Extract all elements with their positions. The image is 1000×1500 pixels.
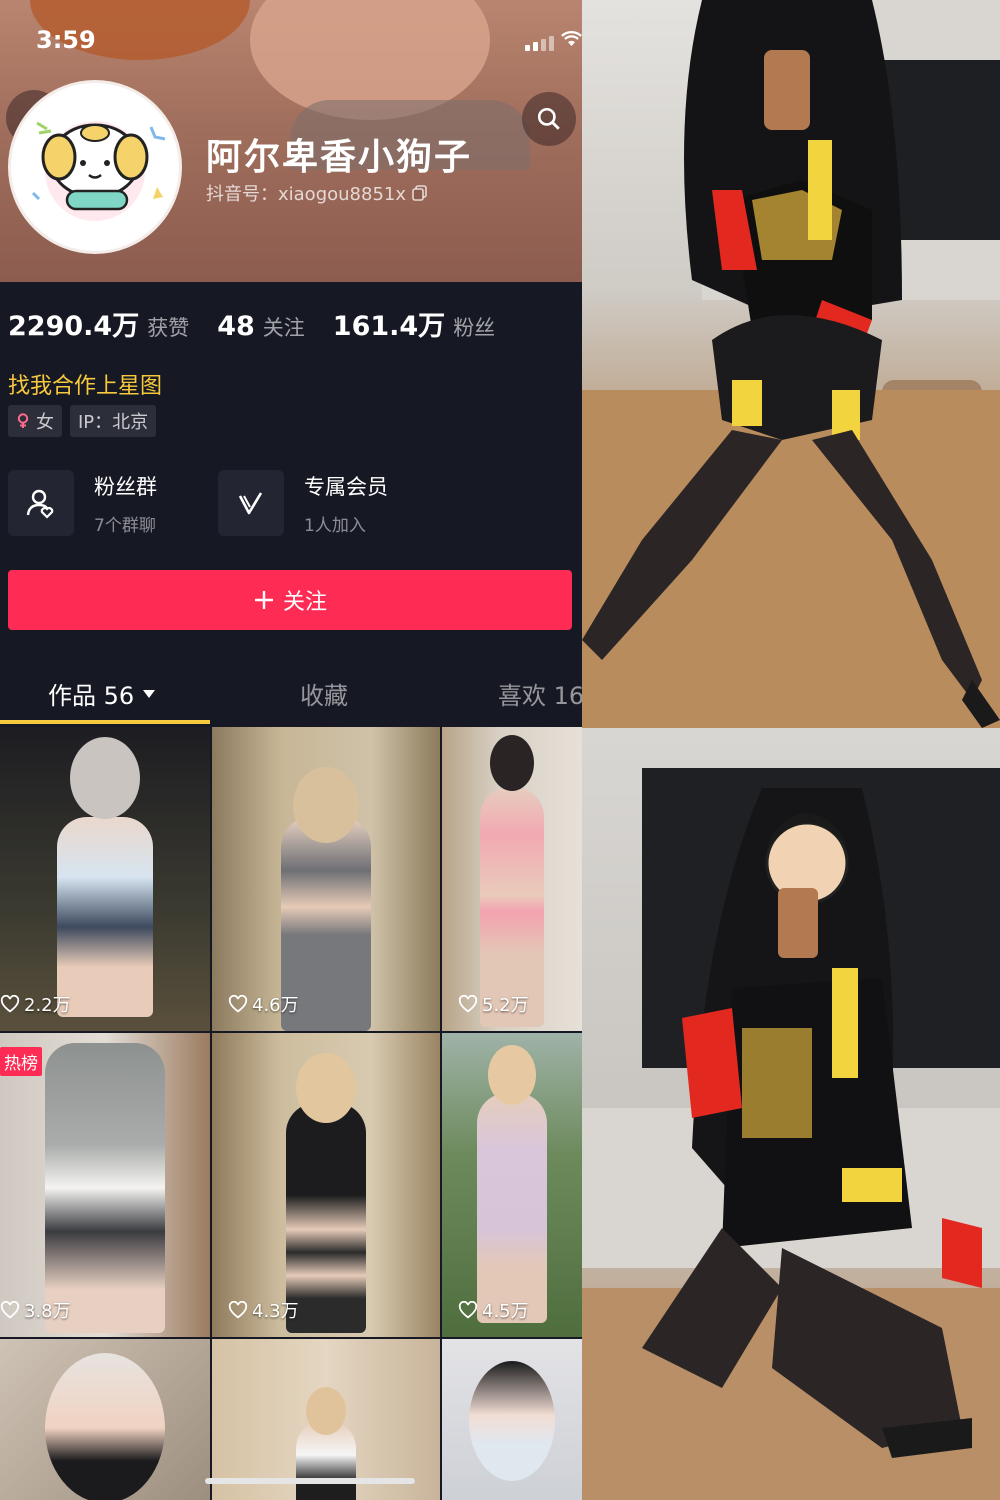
tab-likes[interactable]: 喜欢 16 [498,676,582,711]
cosplay-photo-bottom-image [582,768,1000,1500]
video-thumbnail[interactable] [212,1339,440,1500]
stat-likes[interactable]: 2290.4万 获赞 [8,304,189,343]
follow-button-label: 关注 [282,589,327,614]
female-icon [17,413,29,428]
copy-icon[interactable] [412,185,428,201]
cosplay-photo-top-image [582,0,1000,728]
ip-tag: IP：北京 [70,405,157,437]
video-likes: 3.8万 [0,1297,71,1323]
fan-group-entry[interactable]: 粉丝群 7个群聊 [8,470,157,536]
search-button[interactable] [522,92,576,146]
video-thumbnail[interactable]: 2.2万 [0,727,210,1031]
profile-bio[interactable]: 找我合作上星图 [8,368,162,400]
tab-works-label: 作品 56 [48,682,135,710]
douyin-id: 抖音号：xiaogou8851x [206,180,428,206]
stat-following[interactable]: 48 关注 [217,311,305,342]
cosplay-photo-top [582,0,1000,728]
content-tabs: 作品 56 收藏 喜欢 16 [0,664,582,724]
membership-entry[interactable]: 专属会员 1人加入 [218,470,388,536]
video-thumbnail[interactable] [442,1339,582,1500]
profile-tags: 女 IP：北京 [8,405,157,437]
heart-icon [458,995,478,1013]
gender-label: 女 [36,412,54,433]
video-likes: 5.2万 [458,991,529,1017]
home-indicator [205,1478,415,1484]
video-likes-count: 2.2万 [24,995,71,1016]
collage: 3:59 阿尔卑香小狗子 抖音号：xiaogou8851x 2290.4万 获赞… [0,0,1000,1500]
video-likes: 2.2万 [0,991,71,1017]
video-likes-count: 4.5万 [482,1301,529,1322]
video-likes: 4.5万 [458,1297,529,1323]
fan-group-subtitle: 7个群聊 [94,515,156,536]
tab-works[interactable]: 作品 56 [48,676,156,711]
membership-icon-box [218,470,284,536]
stat-followers[interactable]: 161.4万 粉丝 [333,304,495,343]
video-likes: 4.3万 [228,1297,299,1323]
cosplay-photo-bottom [582,728,1000,1500]
douyin-id-text: 抖音号：xiaogou8851x [206,184,407,205]
heart-icon [458,1301,478,1319]
video-thumbnail[interactable]: 4.5万 [442,1033,582,1337]
heart-icon [0,1301,20,1319]
avatar[interactable] [8,80,182,254]
video-likes: 4.6万 [228,991,299,1017]
heart-icon [0,995,20,1013]
fan-group-icon-box [8,470,74,536]
signal-icon [525,36,554,51]
video-likes-count: 3.8万 [24,1301,71,1322]
heart-icon [228,1301,248,1319]
heart-icon [228,995,248,1013]
dog-cartoon-avatar-icon [11,83,179,251]
gender-tag: 女 [8,405,62,437]
membership-v-icon [238,492,263,515]
profile-stats: 2290.4万 获赞 48 关注 161.4万 粉丝 [8,304,495,343]
tab-active-indicator [0,720,210,724]
profile-screen: 3:59 阿尔卑香小狗子 抖音号：xiaogou8851x 2290.4万 获赞… [0,0,582,1500]
fan-group-title: 粉丝群 [94,474,157,499]
membership-title: 专属会员 [304,474,388,499]
profile-name: 阿尔卑香小狗子 [206,137,473,178]
video-thumbnail[interactable] [0,1339,210,1500]
caret-down-icon[interactable] [142,689,156,699]
plus-icon [254,591,273,609]
video-likes-count: 5.2万 [482,995,529,1016]
hot-list-badge: 热榜 [0,1047,42,1076]
video-thumbnail[interactable]: 5.2万 [442,727,582,1031]
status-time: 3:59 [36,26,96,54]
video-likes-count: 4.6万 [252,995,299,1016]
tab-favorites[interactable]: 收藏 [300,676,348,711]
membership-subtitle: 1人加入 [304,515,366,536]
ip-label: IP：北京 [78,412,149,433]
video-likes-count: 4.3万 [252,1301,299,1322]
video-thumbnail[interactable]: 4.3万 [212,1033,440,1337]
wifi-icon [561,31,582,46]
search-icon [537,107,560,130]
status-bar: 3:59 [0,0,582,80]
video-thumbnail[interactable]: 4.6万 [212,727,440,1031]
follow-button[interactable]: 关注 [8,570,572,630]
video-thumbnail[interactable]: 热榜 3.8万 [0,1033,210,1337]
fan-group-icon [26,489,54,519]
